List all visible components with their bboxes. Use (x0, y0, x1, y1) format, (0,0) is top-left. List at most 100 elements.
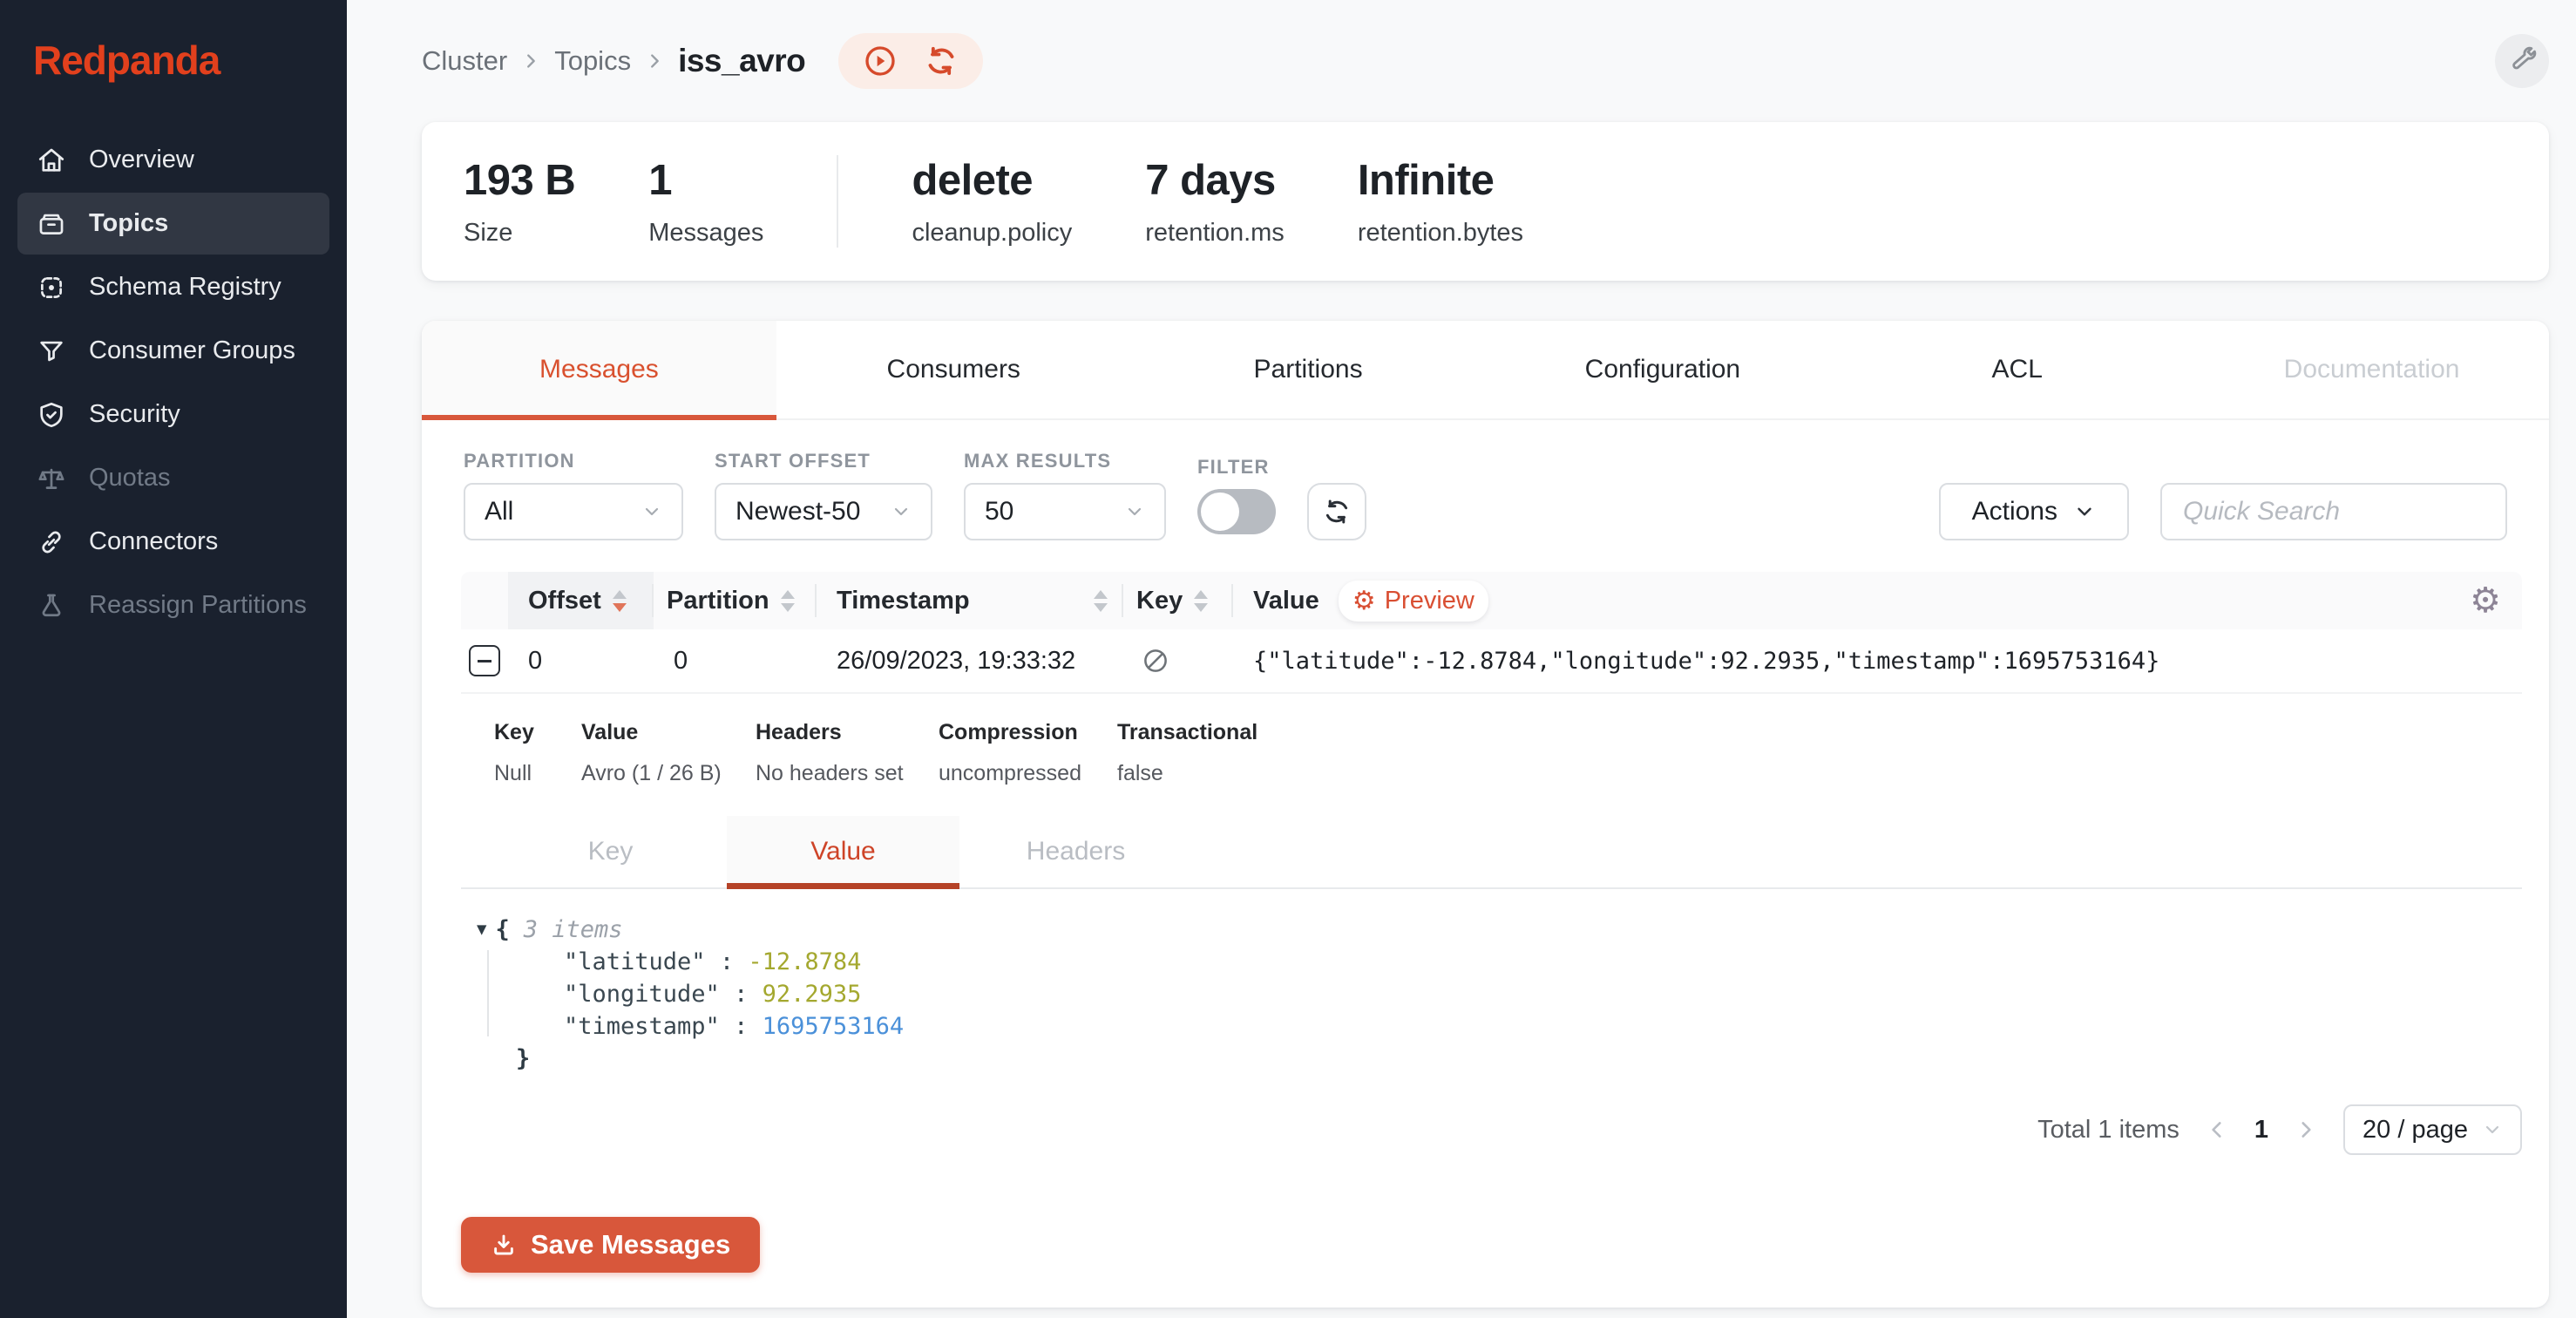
settings-wrench-button[interactable] (2495, 34, 2549, 88)
tab-configuration[interactable]: Configuration (1485, 321, 1840, 418)
filter-toggle[interactable] (1197, 489, 1276, 534)
column-header-timestamp[interactable]: Timestamp (817, 572, 1123, 629)
prev-page-button[interactable] (2206, 1118, 2228, 1141)
cell-timestamp: 26/09/2023, 19:33:32 (817, 647, 1123, 676)
tab-acl[interactable]: ACL (1840, 321, 2194, 418)
json-value: 1695753164 (763, 1013, 905, 1040)
column-header-offset[interactable]: Offset (508, 572, 654, 629)
cell-value: {"latitude":-12.8784,"longitude":92.2935… (1233, 648, 2522, 675)
meta-label-transactional: Transactional (1117, 720, 1309, 745)
minus-icon (478, 660, 491, 662)
sidebar-item-label: Quotas (89, 464, 171, 493)
table-settings-gear-icon[interactable]: ⚙ (2470, 581, 2501, 621)
chevron-down-icon (2073, 500, 2096, 523)
json-key: "longitude" (564, 981, 720, 1008)
sidebar-item-label: Overview (89, 146, 194, 174)
payload-subtabs: Key Value Headers (494, 816, 2522, 887)
message-detail-panel: Key Null Value Avro (1 / 26 B) Headers N… (461, 694, 2522, 887)
json-field-latitude: "latitude" : -12.8784 (477, 946, 2549, 978)
sidebar-item-overview[interactable]: Overview (17, 129, 329, 191)
column-header-label: Offset (528, 587, 601, 615)
sort-icon (613, 590, 627, 612)
sort-icon (1194, 590, 1208, 612)
chevron-right-icon (645, 51, 664, 71)
refresh-icon (1322, 497, 1352, 527)
cell-offset: 0 (508, 647, 654, 676)
stat-label: retention.bytes (1358, 219, 1523, 248)
sidebar-item-security[interactable]: Security (17, 384, 329, 445)
refresh-messages-button[interactable] (1307, 483, 1366, 540)
message-row[interactable]: 0 0 26/09/2023, 19:33:32 {"latitude":-12… (461, 629, 2522, 694)
json-key: "latitude" (564, 948, 706, 975)
play-circle-icon[interactable] (863, 44, 898, 78)
page-size-value: 20 / page (2362, 1116, 2468, 1145)
json-separator: : (706, 948, 749, 975)
max-results-select-value: 50 (985, 497, 1013, 527)
collapse-row-button[interactable] (469, 645, 500, 676)
toggle-knob (1201, 493, 1239, 531)
start-offset-select[interactable]: Newest-50 (715, 483, 932, 540)
actions-button[interactable]: Actions (1939, 483, 2129, 540)
sidebar-item-consumer-groups[interactable]: Consumer Groups (17, 320, 329, 382)
meta-label-value: Value (581, 720, 756, 745)
sidebar-nav: Overview Topics Schema Registry Consumer… (17, 129, 329, 636)
redpanda-logo: Redpanda (17, 33, 329, 84)
meta-label-compression: Compression (939, 720, 1117, 745)
gear-icon: ⚙ (1352, 586, 1376, 616)
link-icon (37, 527, 66, 557)
shield-icon (37, 400, 66, 430)
topbar: Cluster Topics iss_avro (422, 0, 2549, 122)
sidebar-item-label: Reassign Partitions (89, 591, 307, 620)
chevron-right-icon (2295, 1118, 2317, 1141)
next-page-button[interactable] (2295, 1118, 2317, 1141)
column-header-partition[interactable]: Partition (654, 572, 817, 629)
sidebar-item-schema-registry[interactable]: Schema Registry (17, 256, 329, 318)
breadcrumb-cluster[interactable]: Cluster (422, 45, 507, 77)
sidebar-item-label: Topics (89, 209, 168, 238)
json-value: -12.8784 (748, 948, 861, 975)
topics-box-icon (37, 209, 66, 239)
column-header-key[interactable]: Key (1123, 572, 1233, 629)
refresh-icon[interactable] (924, 44, 959, 78)
partition-label: PARTITION (464, 450, 683, 472)
stat-messages: 1 Messages (648, 156, 763, 248)
quick-search-input[interactable] (2160, 483, 2507, 540)
download-icon (491, 1232, 517, 1258)
tab-messages[interactable]: Messages (422, 321, 776, 418)
tab-consumers[interactable]: Consumers (776, 321, 1131, 418)
json-root-line: ▼{3 items (477, 914, 2549, 946)
page-size-select[interactable]: 20 / page (2343, 1104, 2522, 1155)
stat-value: 193 B (464, 156, 575, 205)
funnel-icon (37, 336, 66, 366)
json-close-brace: } (477, 1043, 2549, 1075)
preview-button[interactable]: ⚙ Preview (1339, 581, 1488, 622)
subtab-key[interactable]: Key (494, 816, 727, 887)
start-offset-select-value: Newest-50 (736, 497, 860, 527)
sidebar-item-connectors[interactable]: Connectors (17, 511, 329, 573)
max-results-select[interactable]: 50 (964, 483, 1166, 540)
json-items-count: 3 items (524, 916, 623, 943)
partition-select[interactable]: All (464, 483, 683, 540)
topic-stats-card: 193 B Size 1 Messages delete cleanup.pol… (422, 122, 2549, 281)
page-number[interactable]: 1 (2254, 1116, 2268, 1145)
save-messages-button[interactable]: Save Messages (461, 1217, 760, 1273)
cell-key (1123, 646, 1233, 676)
tab-partitions[interactable]: Partitions (1131, 321, 1486, 418)
json-separator: : (720, 981, 763, 1008)
table-header-row: Offset Partition Timestamp Key (461, 572, 2522, 629)
subtab-value[interactable]: Value (727, 816, 959, 887)
sidebar-item-topics[interactable]: Topics (17, 193, 329, 255)
column-header-label: Key (1136, 587, 1183, 615)
tab-documentation[interactable]: Documentation (2194, 321, 2549, 418)
json-field-longitude: "longitude" : 92.2935 (477, 978, 2549, 1010)
sidebar-item-quotas[interactable]: Quotas (17, 447, 329, 509)
start-offset-label: START OFFSET (715, 450, 932, 472)
stat-label: cleanup.policy (912, 219, 1072, 248)
messages-table: Offset Partition Timestamp Key (461, 572, 2522, 887)
stat-retention-ms: 7 days retention.ms (1145, 156, 1285, 248)
sidebar-item-reassign-partitions[interactable]: Reassign Partitions (17, 574, 329, 636)
breadcrumb-topics[interactable]: Topics (554, 45, 631, 77)
subtab-headers[interactable]: Headers (959, 816, 1192, 887)
collapse-caret-icon[interactable]: ▼ (477, 920, 486, 939)
partition-select-value: All (485, 497, 513, 527)
